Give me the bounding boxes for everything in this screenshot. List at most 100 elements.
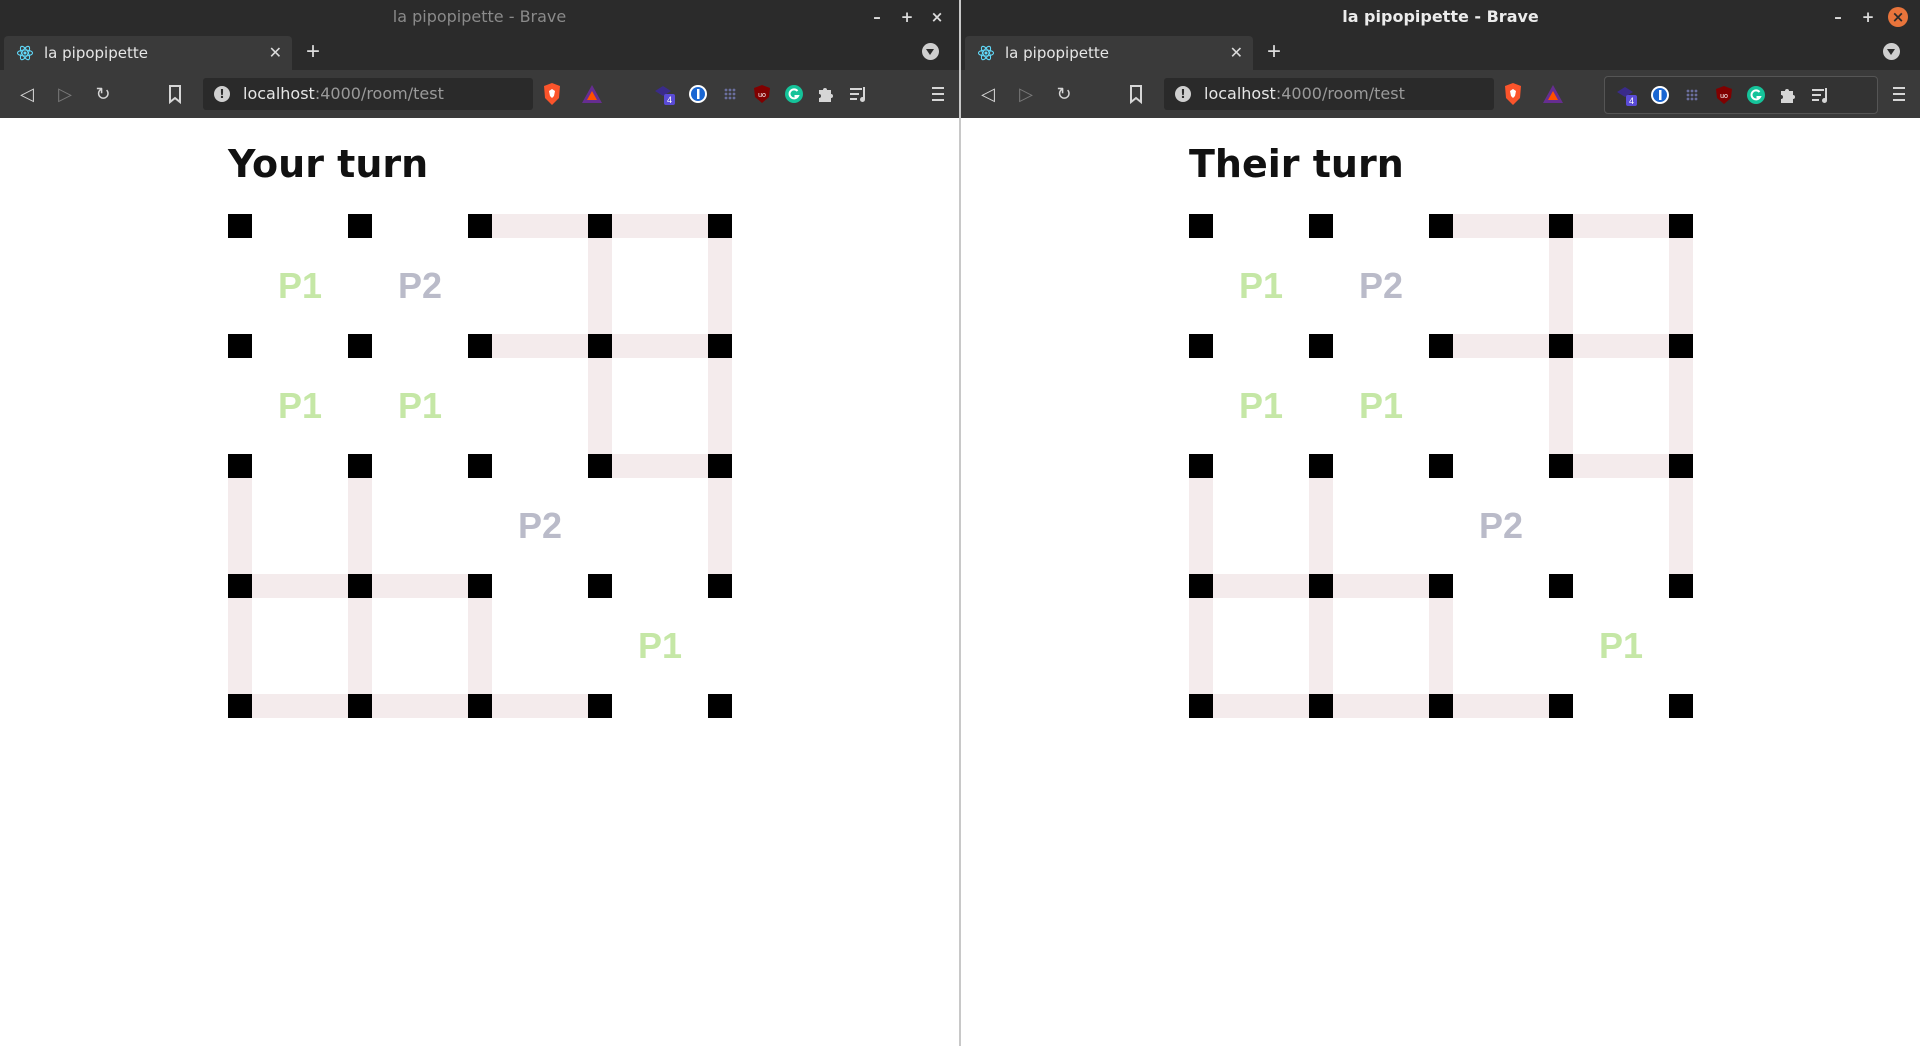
vertical-edge[interactable] bbox=[228, 358, 252, 454]
vertical-edge[interactable] bbox=[468, 358, 492, 454]
ublock-origin-icon[interactable]: uo bbox=[1713, 84, 1735, 106]
vertical-edge[interactable] bbox=[348, 598, 372, 694]
vertical-edge[interactable] bbox=[708, 358, 732, 454]
horizontal-edge[interactable] bbox=[1573, 454, 1669, 478]
ublock-origin-icon[interactable]: uo bbox=[751, 83, 773, 105]
vertical-edge[interactable] bbox=[708, 238, 732, 334]
vertical-edge[interactable] bbox=[348, 358, 372, 454]
horizontal-edge[interactable] bbox=[252, 214, 348, 238]
vertical-edge[interactable] bbox=[1189, 478, 1213, 574]
bookmark-icon[interactable] bbox=[1125, 83, 1147, 105]
horizontal-edge[interactable] bbox=[612, 334, 708, 358]
horizontal-edge[interactable] bbox=[1213, 214, 1309, 238]
vertical-edge[interactable] bbox=[708, 478, 732, 574]
horizontal-edge[interactable] bbox=[492, 694, 588, 718]
address-bar[interactable]: ! localhost:4000/room/test bbox=[203, 78, 533, 110]
vertical-edge[interactable] bbox=[1549, 598, 1573, 694]
minimize-button[interactable]: – bbox=[1828, 7, 1848, 27]
grammarly-icon[interactable] bbox=[783, 83, 805, 105]
vertical-edge[interactable] bbox=[1429, 358, 1453, 454]
horizontal-edge[interactable] bbox=[1453, 334, 1549, 358]
horizontal-edge[interactable] bbox=[252, 574, 348, 598]
horizontal-edge[interactable] bbox=[252, 334, 348, 358]
vertical-edge[interactable] bbox=[468, 598, 492, 694]
forward-icon[interactable]: ▷ bbox=[1015, 83, 1037, 105]
vertical-edge[interactable] bbox=[1309, 238, 1333, 334]
vertical-edge[interactable] bbox=[1669, 478, 1693, 574]
horizontal-edge[interactable] bbox=[1213, 574, 1309, 598]
vertical-edge[interactable] bbox=[1669, 598, 1693, 694]
horizontal-edge[interactable] bbox=[492, 214, 588, 238]
vertical-edge[interactable] bbox=[468, 478, 492, 574]
vertical-edge[interactable] bbox=[1309, 478, 1333, 574]
horizontal-edge[interactable] bbox=[1573, 694, 1669, 718]
horizontal-edge[interactable] bbox=[492, 334, 588, 358]
horizontal-edge[interactable] bbox=[612, 694, 708, 718]
vertical-edge[interactable] bbox=[708, 598, 732, 694]
vertical-edge[interactable] bbox=[1309, 358, 1333, 454]
close-window-button[interactable]: × bbox=[927, 7, 947, 27]
horizontal-edge[interactable] bbox=[1333, 334, 1429, 358]
horizontal-edge[interactable] bbox=[372, 214, 468, 238]
media-queue-icon[interactable] bbox=[1809, 84, 1831, 106]
horizontal-edge[interactable] bbox=[252, 454, 348, 478]
vertical-edge[interactable] bbox=[1669, 238, 1693, 334]
vertical-edge[interactable] bbox=[228, 478, 252, 574]
vertical-edge[interactable] bbox=[588, 478, 612, 574]
bookmark-icon[interactable] bbox=[164, 83, 186, 105]
grid-extension-icon[interactable] bbox=[719, 83, 741, 105]
horizontal-edge[interactable] bbox=[1333, 214, 1429, 238]
password-manager-icon[interactable] bbox=[1649, 84, 1671, 106]
tab-la-pipopipette[interactable]: la pipopipette ✕ bbox=[4, 36, 292, 70]
vertical-edge[interactable] bbox=[228, 598, 252, 694]
back-icon[interactable]: ◁ bbox=[16, 83, 38, 105]
vertical-edge[interactable] bbox=[588, 598, 612, 694]
horizontal-edge[interactable] bbox=[1453, 214, 1549, 238]
horizontal-edge[interactable] bbox=[372, 454, 468, 478]
reload-icon[interactable]: ↻ bbox=[92, 83, 114, 105]
horizontal-edge[interactable] bbox=[1453, 574, 1549, 598]
close-window-button[interactable]: × bbox=[1888, 7, 1908, 27]
maximize-button[interactable]: + bbox=[1858, 7, 1878, 27]
hamburger-menu-icon[interactable] bbox=[1890, 84, 1908, 104]
horizontal-edge[interactable] bbox=[1573, 334, 1669, 358]
horizontal-edge[interactable] bbox=[1573, 574, 1669, 598]
vertical-edge[interactable] bbox=[1309, 598, 1333, 694]
vertical-edge[interactable] bbox=[1549, 238, 1573, 334]
extension-badge-icon[interactable]: 4 bbox=[1615, 84, 1637, 106]
new-tab-button[interactable]: + bbox=[306, 38, 320, 66]
vertical-edge[interactable] bbox=[1429, 478, 1453, 574]
vertical-edge[interactable] bbox=[1429, 238, 1453, 334]
vertical-edge[interactable] bbox=[228, 238, 252, 334]
horizontal-edge[interactable] bbox=[372, 574, 468, 598]
brave-rewards-icon[interactable] bbox=[1542, 84, 1564, 104]
back-icon[interactable]: ◁ bbox=[977, 83, 999, 105]
tab-la-pipopipette[interactable]: la pipopipette ✕ bbox=[965, 36, 1253, 70]
brave-shields-icon[interactable] bbox=[1503, 82, 1523, 106]
horizontal-edge[interactable] bbox=[1213, 454, 1309, 478]
horizontal-edge[interactable] bbox=[1333, 694, 1429, 718]
horizontal-edge[interactable] bbox=[612, 454, 708, 478]
media-queue-icon[interactable] bbox=[847, 83, 869, 105]
horizontal-edge[interactable] bbox=[612, 214, 708, 238]
vertical-edge[interactable] bbox=[348, 238, 372, 334]
tab-search-icon[interactable] bbox=[1883, 43, 1900, 60]
horizontal-edge[interactable] bbox=[252, 694, 348, 718]
extensions-puzzle-icon[interactable] bbox=[1777, 84, 1799, 106]
horizontal-edge[interactable] bbox=[1213, 694, 1309, 718]
vertical-edge[interactable] bbox=[588, 358, 612, 454]
horizontal-edge[interactable] bbox=[1213, 334, 1309, 358]
vertical-edge[interactable] bbox=[1189, 358, 1213, 454]
brave-rewards-icon[interactable] bbox=[581, 84, 603, 104]
horizontal-edge[interactable] bbox=[1333, 574, 1429, 598]
vertical-edge[interactable] bbox=[468, 238, 492, 334]
horizontal-edge[interactable] bbox=[1453, 694, 1549, 718]
extensions-puzzle-icon[interactable] bbox=[815, 83, 837, 105]
horizontal-edge[interactable] bbox=[1453, 454, 1549, 478]
vertical-edge[interactable] bbox=[1189, 238, 1213, 334]
vertical-edge[interactable] bbox=[588, 238, 612, 334]
tab-close-icon[interactable]: ✕ bbox=[1230, 43, 1243, 62]
horizontal-edge[interactable] bbox=[612, 574, 708, 598]
horizontal-edge[interactable] bbox=[372, 694, 468, 718]
brave-shields-icon[interactable] bbox=[542, 82, 562, 106]
